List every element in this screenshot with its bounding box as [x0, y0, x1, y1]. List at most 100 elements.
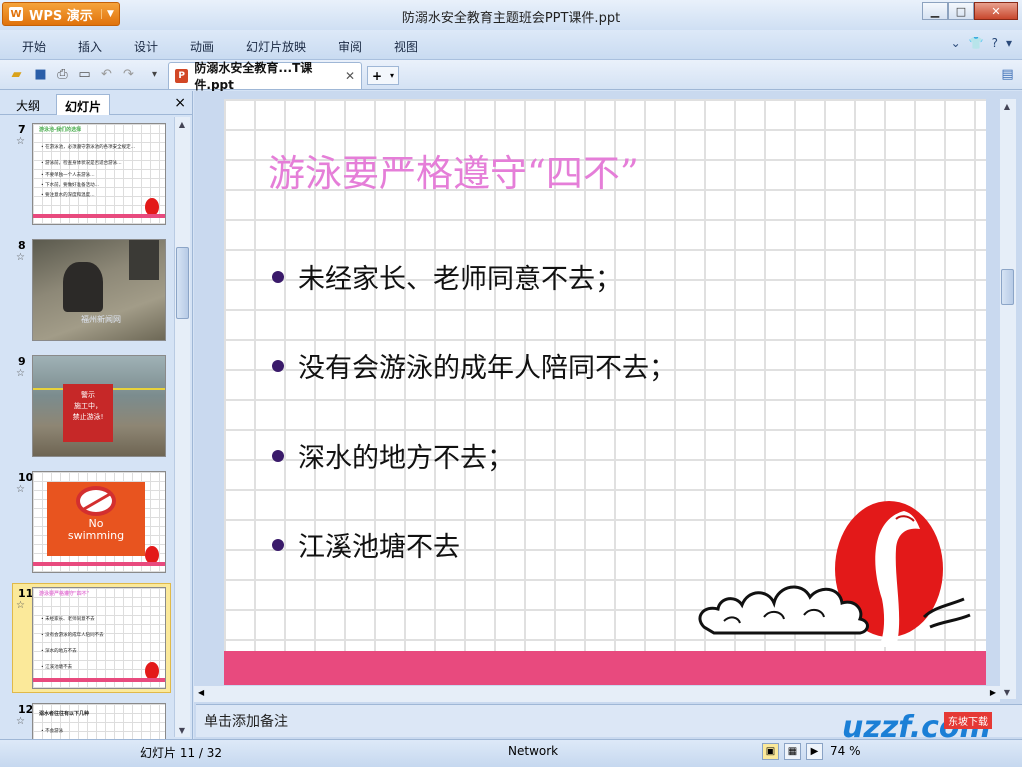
bullet-dot-icon — [272, 538, 284, 551]
slide-thumbnail[interactable]: 游泳池-我们的选择 • 在游泳池，必须遵守游泳池的各项安全规定… • 游泳前，检… — [32, 123, 166, 225]
new-tab-button[interactable]: + ▾ — [367, 66, 399, 85]
print-icon[interactable]: ⎙ — [54, 66, 71, 83]
people-photo-image — [63, 262, 103, 312]
print-preview-icon[interactable]: ▭ — [76, 66, 93, 83]
chevron-down-icon[interactable]: ▾ — [1006, 36, 1012, 50]
scroll-left-icon[interactable]: ◀ — [198, 688, 204, 697]
slide-sorter-icon[interactable]: ▦ — [784, 743, 801, 760]
thumb-line: • 在游泳池，必须遵守游泳池的各项安全规定… — [41, 145, 136, 150]
no-swimming-icon — [76, 486, 116, 516]
slide-vertical-scrollbar[interactable]: ▲ ▼ — [1000, 99, 1016, 699]
quick-toolbar: ▰ ■ ⎙ ▭ ↶ ↷ ▾ P 防溺水安全教育...T课件.ppt ✕ + ▾ … — [0, 60, 1022, 92]
thumb-line: • 下水前，要做好准备活动… — [41, 183, 100, 188]
sign-line: 警示 — [81, 391, 95, 399]
maximize-button[interactable]: □ — [948, 2, 974, 20]
sign-line: swimming — [67, 529, 125, 543]
tab-outline[interactable]: 大纲 — [8, 94, 48, 115]
bullet-dot-icon — [272, 270, 284, 283]
help-icon[interactable]: ? — [992, 36, 998, 50]
menu-home[interactable]: 开始 — [22, 38, 46, 55]
transition-star-icon: ☆ — [16, 252, 25, 263]
scroll-down-icon[interactable]: ▼ — [1000, 685, 1014, 699]
thumb-title: 游泳要严格遵守"四不" — [39, 591, 90, 597]
thumb-line: • 要注意水的深度和温度… — [41, 193, 95, 198]
bullet-text: 江溪池塘不去 — [298, 532, 460, 563]
close-tab-icon[interactable]: ✕ — [345, 69, 355, 83]
restore-pane-icon[interactable]: ▤ — [999, 66, 1016, 83]
slide-horizontal-scrollbar[interactable]: ◀ ▶ — [194, 686, 1000, 702]
save-icon[interactable]: ■ — [32, 66, 49, 83]
bullet-item[interactable]: 深水的地方不去； — [272, 436, 514, 475]
bullet-item[interactable]: 未经家长、老师同意不去； — [272, 257, 622, 296]
scroll-down-icon[interactable]: ▼ — [175, 723, 189, 737]
menu-slideshow[interactable]: 幻灯片放映 — [246, 38, 306, 55]
bullet-dot-icon — [272, 359, 284, 372]
scroll-thumb[interactable] — [176, 247, 189, 319]
slide-thumbnail[interactable]: No swimming — [32, 471, 166, 573]
slide-number: 7 — [18, 123, 26, 136]
close-icon[interactable]: × — [174, 95, 186, 111]
thumb-line: • 没有会游泳的成年人陪同不去 — [41, 633, 104, 638]
site-watermark: uzzf.com 东坡下载 — [842, 706, 1022, 756]
slide-thumbnail[interactable]: 警示 施工中， 禁止游泳! — [32, 355, 166, 457]
menu-insert[interactable]: 插入 — [78, 38, 102, 55]
thumb-band — [33, 214, 165, 218]
normal-view-icon[interactable]: ▣ — [762, 743, 779, 760]
thumb-line: • 不要单独一个人去游泳… — [41, 173, 95, 178]
thumb-title: 游泳池-我们的选择 — [39, 127, 82, 133]
undo-icon[interactable]: ↶ — [98, 66, 115, 83]
menu-review[interactable]: 审阅 — [338, 38, 362, 55]
slide-thumbnail[interactable]: 溺水者往往有以下几种 • 不会游泳 — [32, 703, 166, 739]
transition-star-icon: ☆ — [16, 716, 25, 727]
thumb-line: • 未经家长、老师同意不去 — [41, 617, 95, 622]
panel-scrollbar[interactable]: ▲ ▼ — [174, 117, 190, 737]
slide-canvas[interactable]: 游泳要严格遵守“四不” 未经家长、老师同意不去； 没有会游泳的成年人陪同不去； … — [224, 99, 986, 685]
redo-icon[interactable]: ↷ — [120, 66, 137, 83]
scroll-up-icon[interactable]: ▲ — [175, 117, 189, 131]
transition-star-icon: ☆ — [16, 484, 25, 495]
people-photo-image — [129, 240, 159, 280]
skin-icon[interactable]: 👕 — [969, 36, 984, 50]
scroll-right-icon[interactable]: ▶ — [990, 688, 996, 697]
window-controls: ▁ □ ✕ — [922, 2, 1018, 20]
slide-number: 9 — [18, 355, 26, 368]
transition-star-icon: ☆ — [16, 368, 25, 379]
thumb-band — [33, 678, 165, 682]
thumb-band — [33, 562, 165, 566]
document-tab-label: 防溺水安全教育...T课件.ppt — [194, 61, 313, 92]
ppt-file-icon: P — [175, 69, 189, 83]
slide-footer-band — [224, 651, 986, 685]
slide-editor: 游泳要严格遵守“四不” 未经家长、老师同意不去； 没有会游泳的成年人陪同不去； … — [194, 91, 1022, 739]
slide-thumbnail[interactable]: 游泳要严格遵守"四不" • 未经家长、老师同意不去 • 没有会游泳的成年人陪同不… — [32, 587, 166, 689]
thumb-line: • 深水的地方不去 — [41, 649, 77, 654]
bullet-dot-icon — [272, 449, 284, 462]
warning-sign: 警示 施工中， 禁止游泳! — [63, 384, 113, 442]
thumbnail-list: 7 ☆ 游泳池-我们的选择 • 在游泳池，必须遵守游泳池的各项安全规定… • 游… — [0, 117, 174, 739]
slide-title[interactable]: 游泳要严格遵守“四不” — [268, 143, 639, 197]
slides-panel: 大纲 幻灯片 × 7 ☆ 游泳池-我们的选择 • 在游泳池，必须遵守游泳池的各项… — [0, 91, 193, 739]
no-swimming-sign: No swimming — [47, 482, 145, 556]
document-tab[interactable]: P 防溺水安全教育...T课件.ppt ✕ — [168, 61, 362, 92]
bullet-item[interactable]: 没有会游泳的成年人陪同不去； — [272, 346, 676, 385]
scroll-up-icon[interactable]: ▲ — [1000, 99, 1014, 113]
slideshow-icon[interactable]: ▶ — [806, 743, 823, 760]
transition-star-icon: ☆ — [16, 136, 25, 147]
plus-icon: + — [371, 68, 383, 83]
chevron-down-icon[interactable]: ⌄ — [951, 36, 961, 50]
minimize-button[interactable]: ▁ — [922, 2, 948, 20]
thumb-title: 溺水者往往有以下几种 — [39, 711, 90, 717]
bullet-item[interactable]: 江溪池塘不去 — [272, 525, 460, 564]
open-folder-icon[interactable]: ▰ — [8, 66, 25, 83]
bullet-text: 未经家长、老师同意不去； — [298, 264, 622, 295]
cloud-decoration-icon — [698, 585, 971, 635]
thumb-line: • 不会游泳 — [41, 729, 64, 734]
menu-animation[interactable]: 动画 — [190, 38, 214, 55]
slide-thumbnail[interactable]: 福州新闻网 — [32, 239, 166, 341]
tab-slides[interactable]: 幻灯片 — [56, 94, 111, 115]
menu-view[interactable]: 视图 — [394, 38, 418, 55]
close-button[interactable]: ✕ — [974, 2, 1018, 20]
customize-toolbar-icon[interactable]: ▾ — [146, 66, 163, 83]
scroll-thumb[interactable] — [1001, 269, 1014, 305]
menu-design[interactable]: 设计 — [134, 38, 158, 55]
transition-star-icon: ☆ — [16, 600, 25, 611]
